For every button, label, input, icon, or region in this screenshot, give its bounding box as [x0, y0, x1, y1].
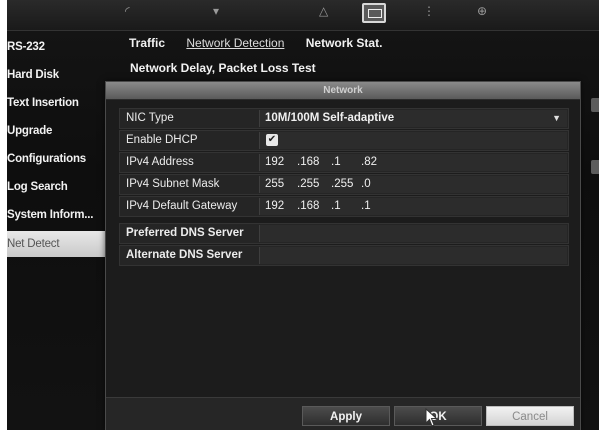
nic-type-value: 10M/100M Self-adaptive — [265, 112, 395, 124]
ip-octet[interactable]: 192 — [265, 154, 297, 171]
enable-dhcp-label: Enable DHCP — [126, 134, 198, 146]
ip-octet[interactable]: .168 — [297, 154, 331, 171]
dialog-footer: Apply OK Cancel — [106, 397, 580, 430]
alternate-dns-label: Alternate DNS Server — [126, 249, 243, 261]
ip-octet[interactable]: .82 — [361, 154, 391, 171]
ip-octet[interactable]: .168 — [297, 198, 331, 215]
dialog-title: Network — [106, 82, 580, 100]
ip-octet[interactable]: .255 — [331, 176, 361, 193]
sidebar-item-upgrade[interactable]: Upgrade — [7, 117, 107, 145]
sidebar-item-log-search[interactable]: Log Search — [7, 173, 107, 201]
alternate-dns-row: Alternate DNS Server — [119, 245, 569, 266]
ipv4-address-field[interactable]: 192.168.1.82 — [259, 154, 567, 171]
background-button-edge — [591, 160, 599, 174]
apply-button[interactable]: Apply — [302, 406, 390, 426]
toolbar-icon-3[interactable]: △ — [319, 4, 328, 18]
preferred-dns-field[interactable] — [259, 225, 567, 242]
ip-octet[interactable]: 255 — [265, 176, 297, 193]
ipv4-address-row: IPv4 Address 192.168.1.82 — [119, 152, 569, 173]
ipv4-default-gateway-label: IPv4 Default Gateway — [126, 200, 238, 212]
enable-dhcp-field: ✔ — [259, 132, 567, 149]
ip-octet[interactable]: 192 — [265, 198, 297, 215]
nic-type-select[interactable]: 10M/100M Self-adaptive ▼ — [259, 110, 567, 127]
top-toolbar: ◜ ▾ △ ⋮ ⊕ — [7, 0, 599, 31]
sidebar-item-text-insertion[interactable]: Text Insertion — [7, 89, 107, 117]
nic-type-label: NIC Type — [126, 112, 174, 124]
preferred-dns-row: Preferred DNS Server — [119, 223, 569, 244]
toolbar-icon-1[interactable]: ◜ — [125, 4, 130, 18]
toolbar-icon-6[interactable]: ⊕ — [477, 4, 487, 18]
ipv4-subnet-mask-value: 255.255.255.0 — [265, 176, 391, 193]
ipv4-default-gateway-field[interactable]: 192.168.1.1 — [259, 198, 567, 215]
ipv4-address-label: IPv4 Address — [126, 156, 194, 168]
enable-dhcp-checkbox[interactable]: ✔ — [266, 134, 278, 146]
ipv4-subnet-mask-row: IPv4 Subnet Mask 255.255.255.0 — [119, 174, 569, 195]
chevron-down-icon[interactable]: ▼ — [552, 110, 561, 127]
tab-network-detection[interactable]: Network Detection — [186, 36, 284, 50]
ip-octet[interactable]: .0 — [361, 176, 391, 193]
tab-bar: Traffic Network Detection Network Stat. — [129, 36, 400, 50]
network-form: NIC Type 10M/100M Self-adaptive ▼ Enable… — [119, 108, 569, 267]
toolbar-icon-5[interactable]: ⋮ — [423, 4, 435, 18]
sidebar-item-hard-disk[interactable]: Hard Disk — [7, 61, 107, 89]
monitor-icon[interactable] — [362, 3, 386, 23]
cancel-button[interactable]: Cancel — [486, 406, 574, 426]
background-button-edge — [591, 98, 599, 112]
ip-octet[interactable]: .1 — [331, 198, 361, 215]
alternate-dns-field[interactable] — [259, 247, 567, 264]
ipv4-default-gateway-row: IPv4 Default Gateway 192.168.1.1 — [119, 196, 569, 217]
tab-traffic[interactable]: Traffic — [129, 36, 165, 50]
ipv4-subnet-mask-field[interactable]: 255.255.255.0 — [259, 176, 567, 193]
preferred-dns-label: Preferred DNS Server — [126, 227, 244, 239]
ip-octet[interactable]: .1 — [361, 198, 391, 215]
ipv4-address-value: 192.168.1.82 — [265, 154, 391, 171]
dvr-screen: ◜ ▾ △ ⋮ ⊕ RS-232 Hard Disk Text Insertio… — [7, 0, 599, 430]
sidebar-item-net-detect[interactable]: Net Detect — [7, 231, 107, 257]
nic-type-row: NIC Type 10M/100M Self-adaptive ▼ — [119, 108, 569, 129]
ipv4-default-gateway-value: 192.168.1.1 — [265, 198, 391, 215]
sidebar-item-configurations[interactable]: Configurations — [7, 145, 107, 173]
sidebar-item-rs232[interactable]: RS-232 — [7, 33, 107, 61]
sidebar-item-system-information[interactable]: System Inform... — [7, 201, 107, 229]
ip-octet[interactable]: .255 — [297, 176, 331, 193]
toolbar-icon-2[interactable]: ▾ — [213, 4, 219, 18]
section-subtitle: Network Delay, Packet Loss Test — [130, 61, 316, 75]
tab-network-stat[interactable]: Network Stat. — [306, 36, 383, 50]
ip-octet[interactable]: .1 — [331, 154, 361, 171]
sidebar: RS-232 Hard Disk Text Insertion Upgrade … — [7, 33, 107, 257]
network-dialog: Network NIC Type 10M/100M Self-adaptive … — [105, 81, 581, 430]
ipv4-subnet-mask-label: IPv4 Subnet Mask — [126, 178, 220, 190]
enable-dhcp-row: Enable DHCP ✔ — [119, 130, 569, 151]
